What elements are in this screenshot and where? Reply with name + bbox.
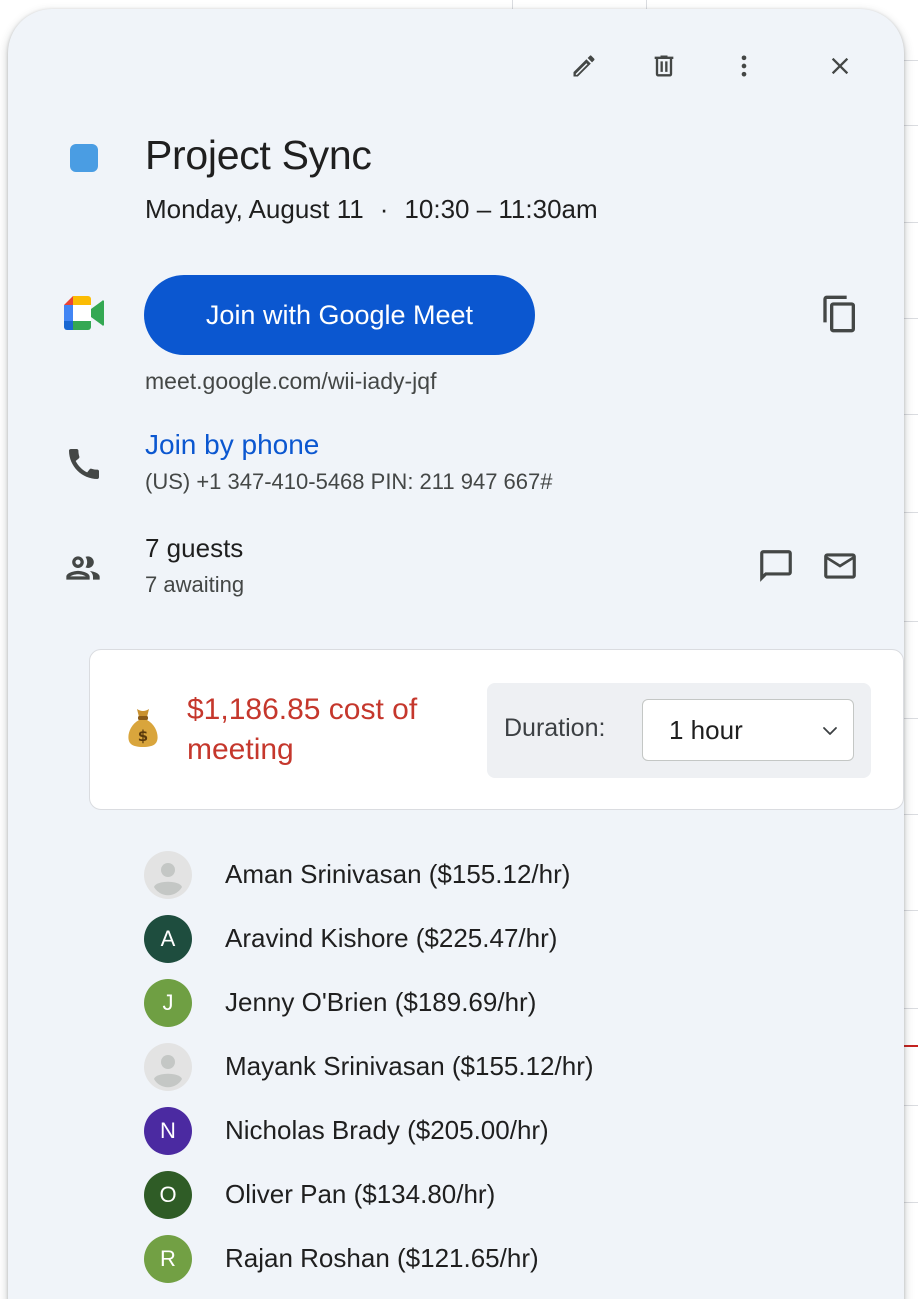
money-bag-icon: $ [126,706,160,748]
join-by-phone-link[interactable]: Join by phone [145,429,319,461]
meeting-cost-panel: $ $1,186.85 cost of meeting Duration: 1 … [89,649,904,810]
guest-name: Jenny O'Brien ($189.69/hr) [225,987,537,1017]
guest-list-item[interactable]: Mayank Srinivasan ($155.12/hr) [144,1042,844,1106]
grid-line [903,60,918,61]
copy-icon [823,295,855,333]
more-options-button[interactable] [722,44,766,88]
event-title: Project Sync [145,132,372,178]
separator-dot: · [379,194,389,224]
pencil-icon [573,55,595,77]
meeting-cost-text: $1,186.85 cost of meeting [187,693,418,766]
default-avatar-icon [144,851,192,899]
join-google-meet-button[interactable]: Join with Google Meet [144,275,535,355]
current-time-indicator [903,1045,918,1047]
avatar: R [144,1235,192,1283]
duration-label: Duration: [504,714,606,742]
chat-icon [760,550,792,582]
guest-name: Mayank Srinivasan ($155.12/hr) [225,1051,594,1081]
close-icon [831,57,849,75]
grid-line [903,222,918,223]
avatar: A [144,915,192,963]
people-icon [62,548,106,588]
close-button[interactable] [818,44,862,88]
duration-select[interactable]: 1 hour [642,699,854,761]
grid-line [903,1202,918,1203]
duration-selected-value: 1 hour [669,715,743,745]
guest-list-item[interactable]: Aman Srinivasan ($155.12/hr) [144,850,844,914]
guest-list-item[interactable]: A Aravind Kishore ($225.47/hr) [144,914,844,978]
event-date: Monday, August 11 [145,194,364,224]
grid-line [903,910,918,911]
message-guests-button[interactable] [754,544,798,588]
guest-list: Aman Srinivasan ($155.12/hr) A Aravind Kis… [144,850,844,1298]
mail-icon [824,553,856,579]
guest-list-item[interactable]: N Nicholas Brady ($205.00/hr) [144,1106,844,1170]
grid-line [903,718,918,719]
guest-list-item[interactable]: J Jenny O'Brien ($189.69/hr) [144,978,844,1042]
guest-list-item[interactable]: O Oliver Pan ($134.80/hr) [144,1170,844,1234]
trash-icon [654,55,674,77]
grid-line [903,621,918,622]
guest-name: Oliver Pan ($134.80/hr) [225,1179,496,1209]
guest-name: Aravind Kishore ($225.47/hr) [225,923,558,953]
grid-line [903,318,918,319]
grid-line [903,1008,918,1009]
guest-list-item[interactable]: R Rajan Roshan ($121.65/hr) [144,1234,844,1298]
grid-line [903,512,918,513]
more-vert-icon [741,55,747,77]
guest-name: Nicholas Brady ($205.00/hr) [225,1115,549,1145]
event-time: 10:30 – 11:30am [404,194,598,224]
event-datetime: Monday, August 11 · 10:30 – 11:30am [145,194,598,225]
duration-control: Duration: 1 hour [487,683,871,778]
grid-line [903,1105,918,1106]
avatar: J [144,979,192,1027]
email-guests-button[interactable] [818,544,862,588]
default-avatar-icon [144,1043,192,1091]
grid-line [903,414,918,415]
copy-link-button[interactable] [818,292,862,336]
svg-text:$: $ [138,727,148,745]
avatar: O [144,1171,192,1219]
avatar: N [144,1107,192,1155]
edit-event-button[interactable] [562,44,606,88]
grid-line [903,125,918,126]
phone-dial-in-details: (US) +1 347-410-5468 PIN: 211 947 667# [145,469,553,494]
meet-link[interactable]: meet.google.com/wii-iady-jqf [145,368,436,395]
guest-name: Aman Srinivasan ($155.12/hr) [225,859,571,889]
grid-line [903,814,918,815]
event-color-indicator [70,144,98,172]
google-meet-icon [64,296,105,330]
chevron-down-icon [823,727,837,735]
guest-count[interactable]: 7 guests [145,533,243,564]
guest-response-status: 7 awaiting [145,572,245,597]
delete-event-button[interactable] [642,44,686,88]
phone-icon [64,444,104,484]
guest-name: Rajan Roshan ($121.65/hr) [225,1243,539,1273]
event-details-popover: Project Sync Monday, August 11 · 10:30 – 1… [8,9,904,1299]
